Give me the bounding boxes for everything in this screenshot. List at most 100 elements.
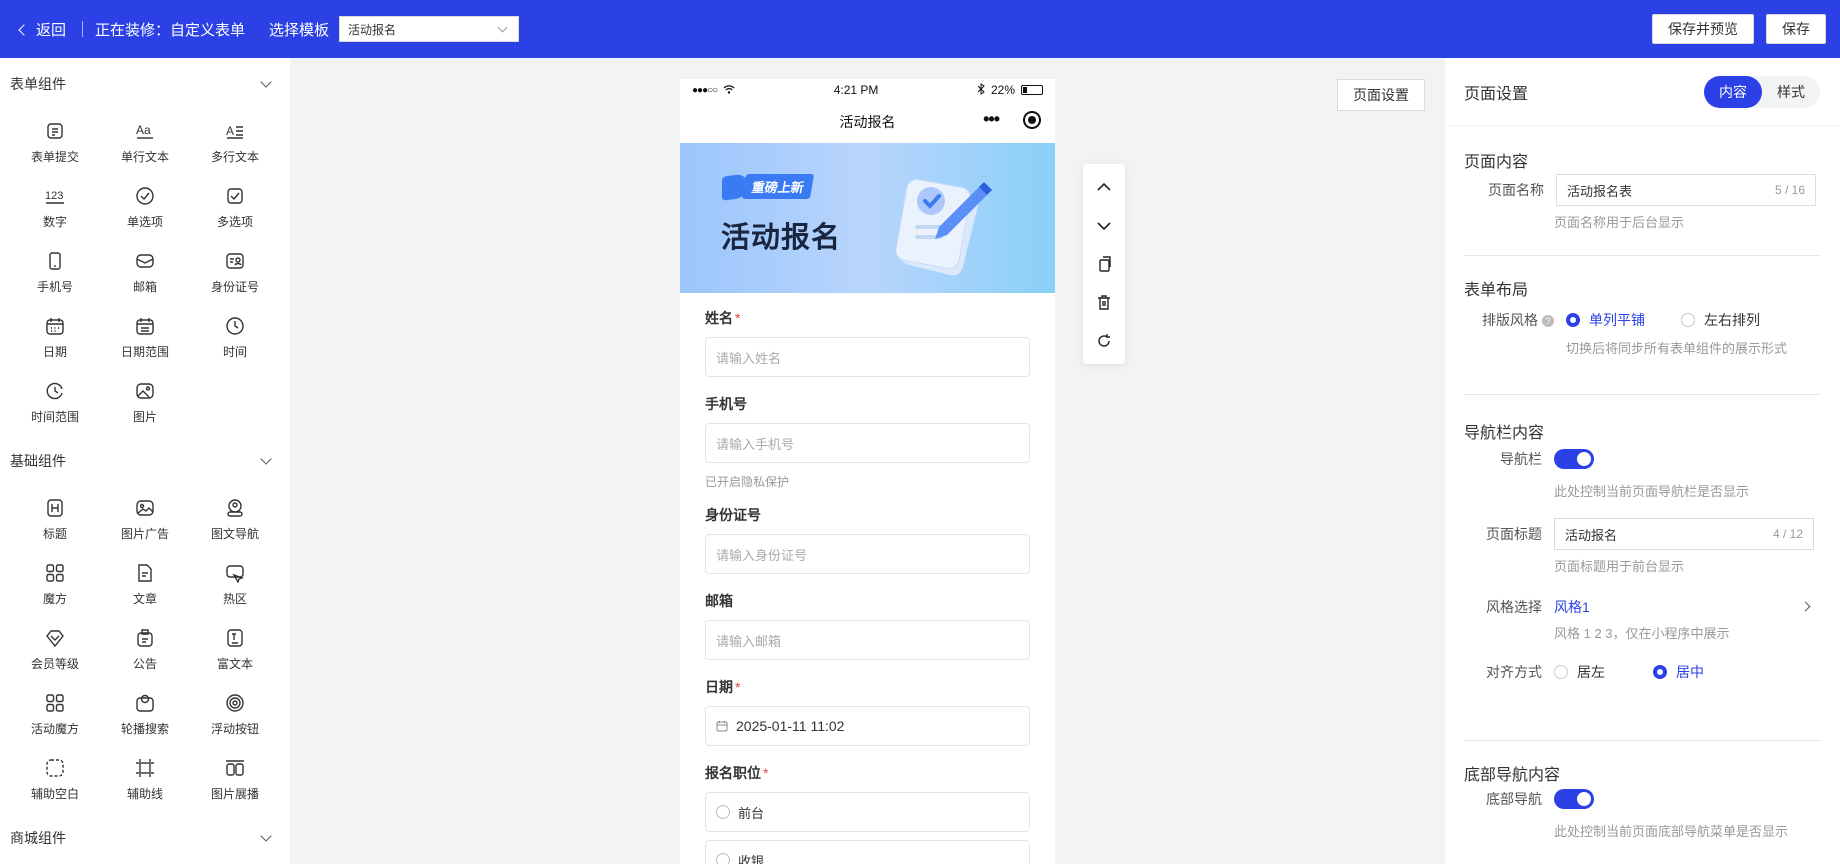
component-image-nav[interactable]: 图文导航 — [190, 487, 280, 552]
back-button[interactable]: 返回 — [18, 19, 67, 40]
component-float-button[interactable]: 浮动按钮 — [190, 682, 280, 747]
component-number[interactable]: 123 数字 — [10, 175, 100, 240]
template-label: 选择模板 — [269, 21, 330, 39]
mobile-input[interactable]: 请输入手机号 — [705, 423, 1030, 463]
component-label: 身份证号 — [210, 280, 259, 294]
layout-option-left-right[interactable]: 左右排列 — [1681, 304, 1760, 336]
component-radio[interactable]: 单选项 — [100, 175, 190, 240]
component-toolbar — [1083, 164, 1125, 364]
component-activity-cube[interactable]: 活动魔方 — [10, 682, 100, 747]
email-input[interactable]: 请输入邮箱 — [705, 620, 1030, 660]
component-image-ad[interactable]: 图片广告 — [100, 487, 190, 552]
field-label-mobile: 手机号 — [705, 396, 747, 412]
form-body: 姓名 * 请输入姓名 手机号 请输入手机号 已开启隐私保护 身份证号 请输入身份证… — [680, 293, 1055, 864]
back-label: 返回 — [36, 21, 67, 39]
component-date[interactable]: 日期 — [10, 305, 100, 370]
component-image[interactable]: 图片 — [100, 370, 190, 435]
article-icon — [134, 562, 156, 584]
save-preview-button[interactable]: 保存并预览 — [1652, 14, 1754, 44]
position-option-cashier[interactable]: 收银 — [705, 840, 1030, 864]
component-text-multi[interactable]: A 多行文本 — [190, 110, 280, 175]
component-label: 魔方 — [42, 592, 67, 606]
position-option-reception[interactable]: 前台 — [705, 792, 1030, 832]
section-form-layout: 表单布局 排版风格? 单列平铺 左右排列 切换后将同步所有表单组件的展示形式 — [1464, 256, 1821, 395]
chevron-right-icon[interactable] — [1800, 601, 1811, 612]
group-header-form[interactable]: 表单组件 — [0, 58, 290, 110]
reset-button[interactable] — [1092, 329, 1116, 353]
component-phone[interactable]: 手机号 — [10, 240, 100, 305]
layout-hint: 切换后将同步所有表单组件的展示形式 — [1566, 341, 1788, 356]
banner-badge-text: 重磅上新 — [741, 174, 815, 199]
bottom-nav-toggle[interactable] — [1554, 789, 1594, 809]
page-title-hint: 页面标题用于前台显示 — [1554, 559, 1685, 574]
component-id-card[interactable]: 身份证号 — [190, 240, 280, 305]
component-rich-text[interactable]: 富文本 — [190, 617, 280, 682]
component-time-range[interactable]: 时间范围 — [10, 370, 100, 435]
group-header-basic[interactable]: 基础组件 — [0, 435, 290, 487]
component-form-submit[interactable]: 表单提交 — [10, 110, 100, 175]
component-text-single[interactable]: Aa 单行文本 — [100, 110, 190, 175]
component-carousel-search[interactable]: 轮播搜索 — [100, 682, 190, 747]
component-hotspot[interactable]: 热区 — [190, 552, 280, 617]
component-label: 手机号 — [36, 280, 73, 294]
page-name-hint: 页面名称用于后台显示 — [1554, 215, 1685, 230]
page-title-input[interactable]: 活动报名 4 / 12 — [1554, 518, 1814, 550]
text-single-icon: Aa — [134, 120, 156, 142]
template-select[interactable]: 活动报名 — [339, 16, 520, 42]
chevron-down-icon — [260, 76, 272, 88]
group-header-mall[interactable]: 商城组件 — [0, 812, 290, 864]
tab-content[interactable]: 内容 — [1704, 75, 1762, 108]
section-page-content: 页面内容 页面名称 活动报名表 5 / 16 页面名称用于后台显示 — [1464, 126, 1821, 256]
checkbox-icon — [224, 185, 246, 207]
component-label: 多行文本 — [210, 150, 259, 164]
component-article[interactable]: 文章 — [100, 552, 190, 617]
component-image-showcase[interactable]: 图片展播 — [190, 747, 280, 812]
section-title: 页面内容 — [1464, 154, 1529, 171]
idcard-input[interactable]: 请输入身份证号 — [705, 534, 1030, 574]
style-select-value[interactable]: 风格1 — [1554, 591, 1590, 623]
component-date-range[interactable]: 日期范围 — [100, 305, 190, 370]
component-guide-line[interactable]: 辅助线 — [100, 747, 190, 812]
field-label-idcard: 身份证号 — [705, 507, 761, 523]
svg-text:Aa: Aa — [136, 123, 151, 137]
move-up-button[interactable] — [1092, 175, 1116, 199]
group-title: 商城组件 — [10, 830, 66, 846]
group-title: 基础组件 — [10, 453, 66, 469]
component-checkbox[interactable]: 多选项 — [190, 175, 280, 240]
save-button[interactable]: 保存 — [1766, 14, 1826, 44]
date-input[interactable]: 2025-01-11 11:02 — [705, 706, 1030, 746]
name-input[interactable]: 请输入姓名 — [705, 337, 1030, 377]
phone-status-bar: ●●●○○ 4:21 PM 22% — [680, 79, 1055, 101]
navbar-toggle-label: 导航栏 — [1500, 451, 1542, 467]
component-cube[interactable]: 魔方 — [10, 552, 100, 617]
component-member-level[interactable]: 会员等级 — [10, 617, 100, 682]
copy-button[interactable] — [1092, 252, 1116, 276]
option-label: 左右排列 — [1704, 312, 1760, 328]
move-down-button[interactable] — [1092, 214, 1116, 238]
layout-option-single[interactable]: 单列平铺 — [1566, 304, 1645, 336]
component-time[interactable]: 时间 — [190, 305, 280, 370]
field-label-date: 日期 * — [705, 674, 1030, 700]
component-notice[interactable]: 公告 — [100, 617, 190, 682]
component-mail[interactable]: 邮箱 — [100, 240, 190, 305]
settings-header: 页面设置 内容 样式 — [1445, 58, 1840, 126]
banner-image[interactable]: 重磅上新 活动报名 — [680, 143, 1055, 293]
navbar-toggle-hint: 此处控制当前页面导航栏是否显示 — [1554, 484, 1750, 499]
chevron-down-icon — [260, 830, 272, 842]
group-title: 表单组件 — [10, 76, 66, 92]
component-blank[interactable]: 辅助空白 — [10, 747, 100, 812]
image-icon — [134, 380, 156, 402]
delete-button[interactable] — [1092, 290, 1116, 314]
align-option-left[interactable]: 居左 — [1554, 656, 1605, 688]
option-label: 居中 — [1676, 664, 1704, 680]
component-panel: 表单组件 表单提交 Aa 单行文本 A 多行文本 123 数字 单选项 多选项 手机号… — [0, 58, 290, 864]
tab-style[interactable]: 样式 — [1762, 76, 1820, 108]
navbar-toggle[interactable] — [1554, 449, 1594, 469]
page-name-label: 页面名称 — [1488, 182, 1544, 198]
help-icon[interactable]: ? — [1542, 315, 1554, 328]
svg-text:123: 123 — [45, 190, 63, 202]
align-option-center[interactable]: 居中 — [1653, 656, 1704, 688]
page-settings-button[interactable]: 页面设置 — [1337, 79, 1425, 111]
page-name-input[interactable]: 活动报名表 5 / 16 — [1556, 174, 1816, 206]
component-heading[interactable]: 标题 — [10, 487, 100, 552]
